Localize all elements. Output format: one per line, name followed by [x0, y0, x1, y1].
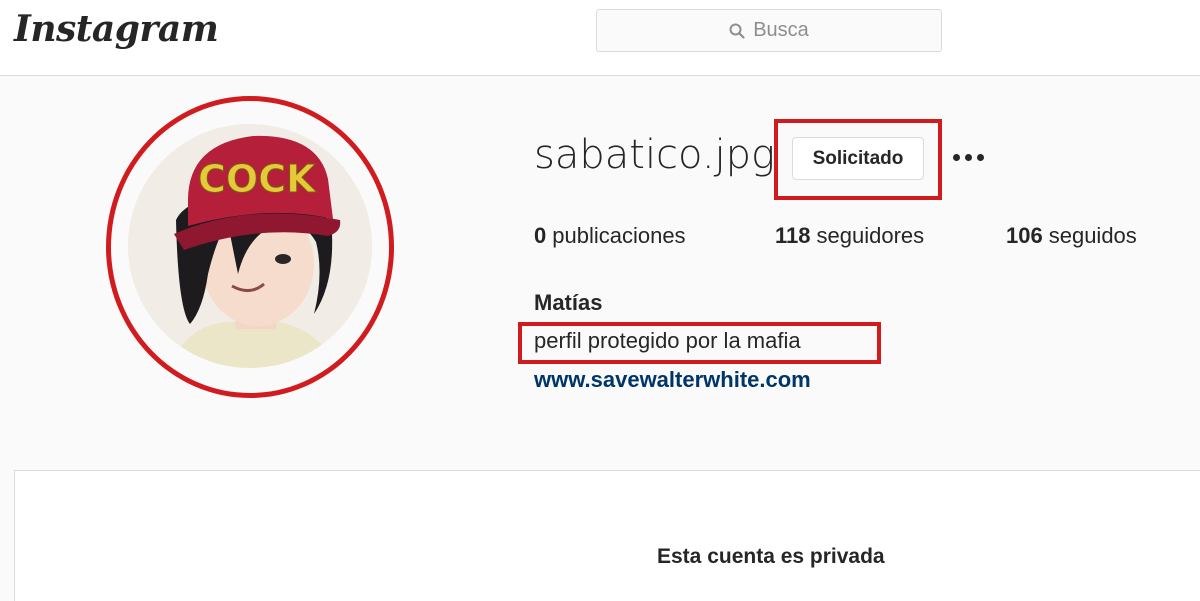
profile-full-name: Matías: [534, 290, 603, 315]
profile-bio: perfil protegido por la mafia: [534, 328, 801, 353]
stat-posts-count: 0: [534, 223, 547, 248]
private-account-panel: [14, 470, 1200, 601]
stat-followers-label: seguidores: [816, 223, 925, 248]
profile-username: sabatico.jpg: [534, 132, 776, 178]
stat-following[interactable]: 106 seguidos: [1006, 223, 1137, 249]
more-options-icon[interactable]: [948, 141, 988, 173]
stat-following-label: seguidos: [1048, 223, 1137, 248]
stat-posts-label: publicaciones: [552, 223, 686, 248]
top-navigation-bar: Instagram Busca: [0, 0, 1200, 76]
search-icon: [729, 23, 745, 39]
stat-followers[interactable]: 118 seguidores: [775, 223, 924, 249]
stat-posts: 0 publicaciones: [534, 223, 686, 249]
stat-followers-count: 118: [775, 223, 811, 248]
cap-text: COCK: [198, 157, 317, 201]
avatar[interactable]: COCK: [128, 124, 372, 368]
search-bar[interactable]: Busca: [596, 9, 942, 52]
search-placeholder: Busca: [753, 19, 809, 41]
profile-website-link[interactable]: www.savewalterwhite.com: [534, 367, 811, 393]
stat-following-count: 106: [1006, 223, 1043, 248]
instagram-logo[interactable]: Instagram: [14, 8, 219, 50]
requested-button[interactable]: Solicitado: [792, 137, 924, 180]
private-account-text: Esta cuenta es privada: [657, 545, 885, 568]
avatar-illustration: COCK: [128, 124, 372, 368]
